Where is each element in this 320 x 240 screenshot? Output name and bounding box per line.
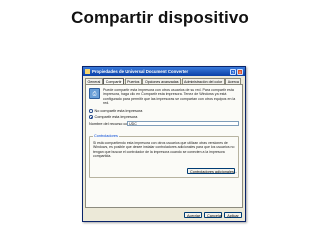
no-share-label: No compartir esta impresora [94,109,143,114]
sharing-panel: ⎙ Puede compartir esta impresora con otr… [85,84,243,208]
share-label: Compartir esta impresora [94,115,138,120]
drivers-group-title: Controladores [93,134,119,139]
no-share-radio[interactable] [89,109,93,113]
ok-button[interactable]: Aceptar [184,212,202,218]
help-button[interactable]: ? [230,68,236,75]
close-icon[interactable]: × [237,68,243,75]
share-name-label: Nombre del recurso compartido: [89,121,144,126]
cancel-button[interactable]: Cancelar [204,212,222,218]
sharing-intro-text: Puede compartir esta impresora con otros… [103,88,236,105]
shared-printer-icon: ⎙ [89,88,100,99]
dialog-title: Propiedades de Universal Document Conver… [92,69,189,74]
share-name-input[interactable]: UDC [127,121,239,127]
printer-properties-dialog: Propiedades de Universal Document Conver… [82,66,246,222]
drivers-text: Si está compartiendo esta impresora con … [93,141,235,158]
slide-title: Compartir dispositivo [71,8,249,27]
printer-icon [85,69,90,74]
share-radio[interactable] [89,115,93,119]
apply-button[interactable]: Aplicar [224,212,242,218]
dialog-footer: Aceptar Cancelar Aplicar [83,212,245,218]
dialog-titlebar[interactable]: Propiedades de Universal Document Conver… [83,67,245,76]
drivers-group: Controladores Si está compartiendo esta … [89,134,239,179]
tab-strip: General Compartir Puertos Opciones avanz… [83,76,245,84]
additional-drivers-button[interactable]: Controladores adicionales... [187,168,237,175]
